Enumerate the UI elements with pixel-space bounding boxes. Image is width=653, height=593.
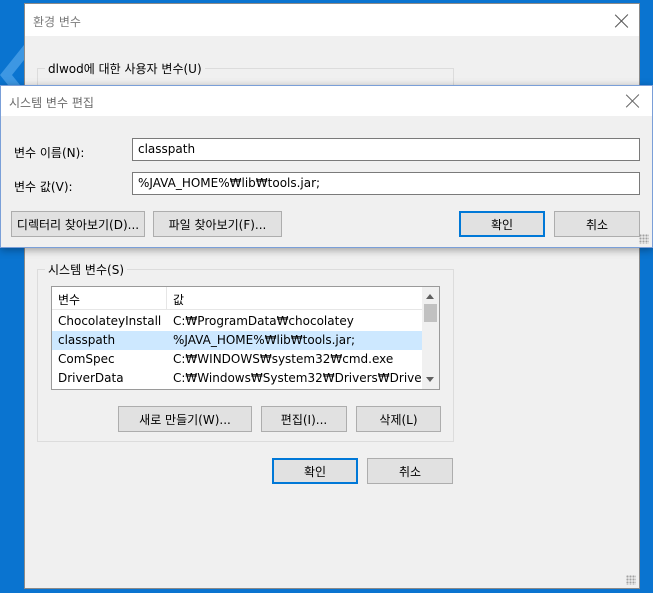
resize-grip-icon[interactable] [626, 575, 636, 585]
browse-directory-button[interactable]: 디렉터리 찾아보기(D)... [11, 211, 145, 237]
variable-value-input[interactable]: %JAVA_HOME%₩lib₩tools.jar; [132, 172, 640, 195]
table-row[interactable]: ChocolateyInstall C:₩ProgramData₩chocola… [52, 312, 423, 331]
edit-ok-button[interactable]: 확인 [459, 211, 545, 237]
list-header: 변수 값 [52, 287, 423, 310]
new-variable-button[interactable]: 새로 만들기(W)... [118, 406, 252, 432]
column-header-value[interactable]: 값 [173, 291, 184, 308]
edit-system-variable-dialog: 시스템 변수 편집 변수 이름(N): classpath 변수 값(V): %… [0, 85, 653, 248]
env-cancel-button[interactable]: 취소 [367, 458, 453, 484]
row-variable-value: C:₩ProgramData₩chocolatey [173, 314, 354, 328]
env-title-bar: 환경 변수 [25, 4, 639, 36]
env-window-title: 환경 변수 [33, 15, 81, 29]
scrollbar-thumb[interactable] [424, 304, 437, 322]
scroll-down-arrow-icon[interactable] [426, 377, 434, 382]
row-variable-value: C:₩WINDOWS₩system32₩cmd.exe [173, 352, 394, 366]
edit-dialog-title: 시스템 변수 편집 [9, 96, 94, 110]
row-variable-value: %JAVA_HOME%₩lib₩tools.jar; [173, 333, 356, 347]
row-variable-value: C:₩Windows₩System32₩Drivers₩DriverData [173, 371, 440, 385]
column-header-variable[interactable]: 변수 [58, 291, 80, 308]
env-ok-button[interactable]: 확인 [272, 458, 358, 484]
env-close-icon[interactable] [615, 14, 629, 28]
system-variables-label: 시스템 변수(S) [45, 261, 127, 278]
browse-file-button[interactable]: 파일 찾아보기(F)... [153, 211, 282, 237]
row-variable-name: DriverData [58, 371, 124, 385]
row-variable-name: ComSpec [58, 352, 115, 366]
vertical-scrollbar[interactable] [422, 287, 439, 389]
edit-title-bar: 시스템 변수 편집 [1, 86, 652, 116]
delete-variable-button[interactable]: 삭제(L) [356, 406, 441, 432]
row-variable-name: classpath [58, 333, 116, 347]
system-variables-list[interactable]: 변수 값 ChocolateyInstall C:₩ProgramData₩ch… [51, 286, 440, 390]
user-variables-label: dlwod에 대한 사용자 변수(U) [45, 60, 205, 77]
system-variables-group: 시스템 변수(S) 변수 값 ChocolateyInstall C:₩Prog… [37, 261, 454, 442]
table-row[interactable]: ComSpec C:₩WINDOWS₩system32₩cmd.exe [52, 350, 423, 369]
edit-resize-grip-icon[interactable] [639, 234, 649, 244]
edit-cancel-button[interactable]: 취소 [554, 211, 640, 237]
table-row[interactable]: DriverData C:₩Windows₩System32₩Drivers₩D… [52, 369, 439, 388]
column-separator[interactable] [166, 287, 167, 309]
edit-close-icon[interactable] [626, 94, 640, 108]
table-row-selected[interactable]: classpath %JAVA_HOME%₩lib₩tools.jar; [52, 331, 423, 350]
variable-value-label: 변수 값(V): [14, 180, 73, 194]
scroll-up-arrow-icon[interactable] [426, 294, 434, 299]
edit-variable-button[interactable]: 편집(I)... [261, 406, 347, 432]
variable-name-input[interactable]: classpath [132, 138, 640, 161]
row-variable-name: ChocolateyInstall [58, 314, 162, 328]
variable-name-label: 변수 이름(N): [14, 146, 85, 160]
